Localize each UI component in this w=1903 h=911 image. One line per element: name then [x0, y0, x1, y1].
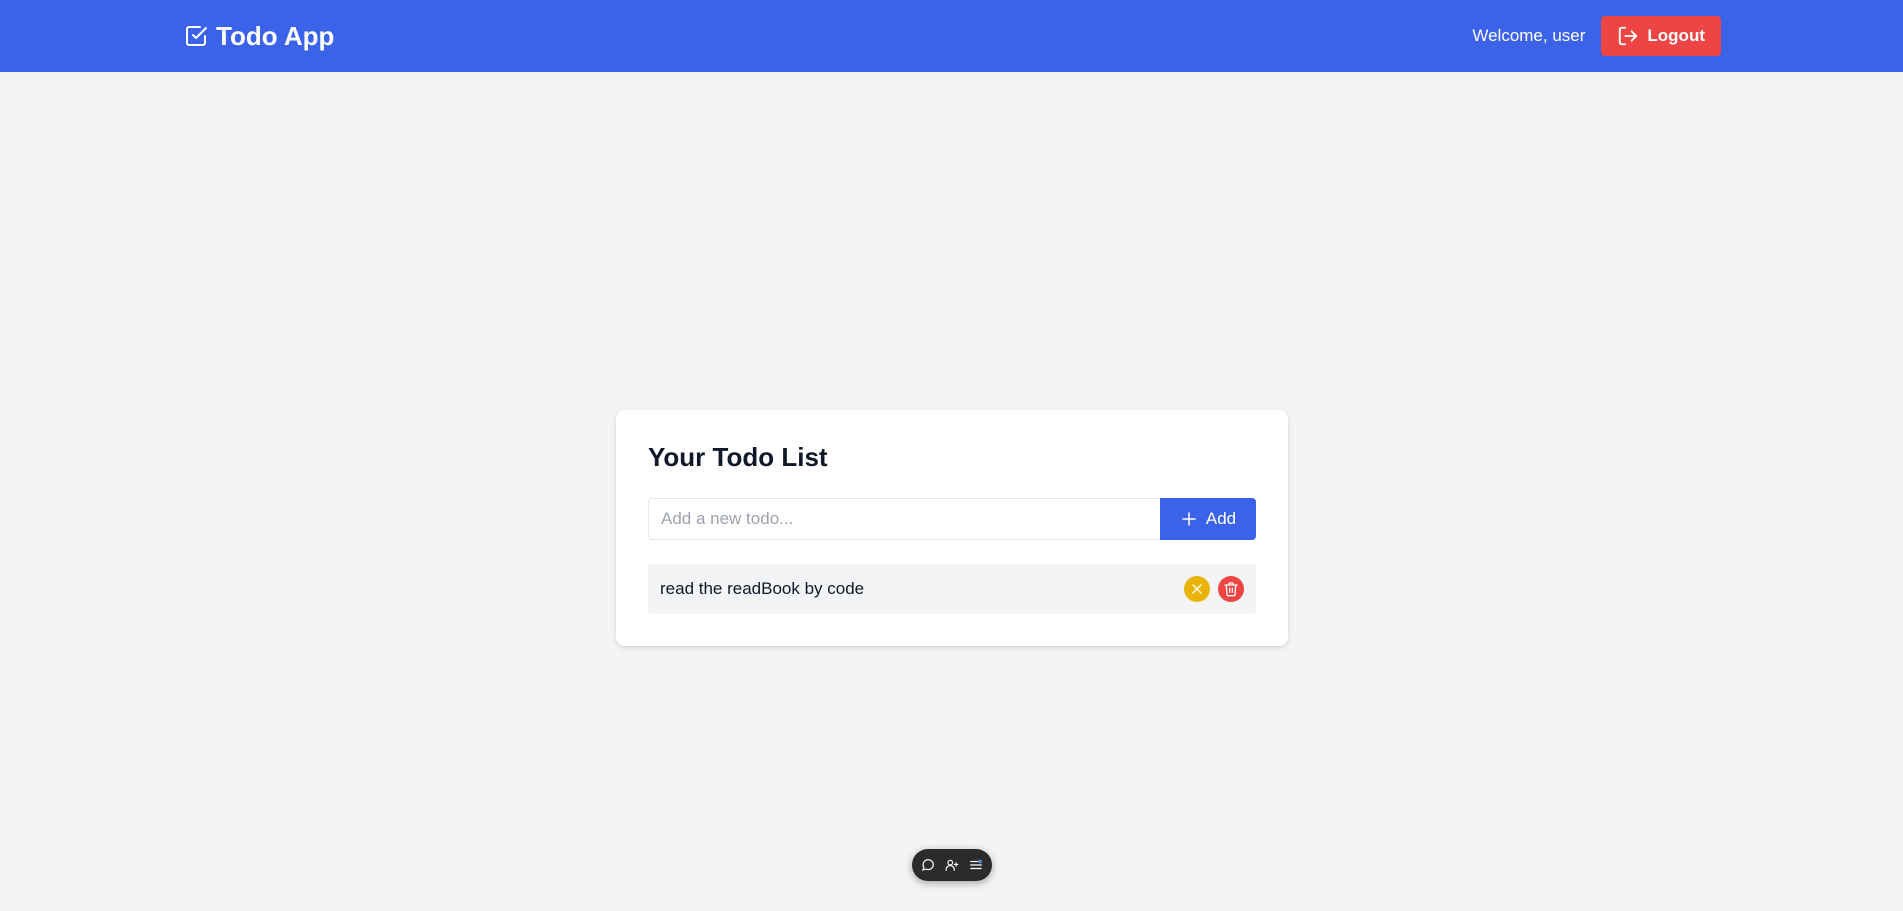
todo-card: Your Todo List Add read the readBook by …	[616, 410, 1288, 646]
app-brand[interactable]: Todo App	[184, 20, 334, 52]
chat-icon[interactable]	[921, 858, 935, 872]
delete-todo-button[interactable]	[1218, 576, 1244, 602]
logout-icon	[1617, 25, 1639, 47]
add-label: Add	[1205, 509, 1237, 528]
navbar: Todo App Welcome, user Logout	[0, 0, 1903, 72]
app-title: Todo App	[216, 20, 335, 51]
toggle-complete-button[interactable]	[1184, 576, 1210, 602]
welcome-text: Welcome, user	[1472, 26, 1586, 45]
add-todo-button[interactable]: Add	[1160, 498, 1256, 540]
user-add-icon[interactable]	[945, 858, 959, 872]
todo-item: read the readBook by code	[648, 564, 1256, 614]
logout-button[interactable]: Logout	[1601, 16, 1721, 56]
floating-toolbar	[912, 849, 992, 881]
list-settings-icon[interactable]	[969, 858, 983, 872]
todo-text: read the readBook by code	[660, 579, 865, 598]
new-todo-input[interactable]	[648, 498, 1160, 540]
add-todo-form: Add	[648, 498, 1256, 540]
todo-actions	[1184, 576, 1244, 602]
trash-icon	[1223, 581, 1239, 597]
plus-icon	[1180, 510, 1198, 528]
nav-user-area: Welcome, user Logout	[1472, 16, 1721, 56]
close-icon	[1189, 581, 1205, 597]
page-title: Your Todo List	[648, 442, 828, 472]
checkbox-icon	[184, 24, 208, 48]
logout-label: Logout	[1647, 26, 1705, 45]
